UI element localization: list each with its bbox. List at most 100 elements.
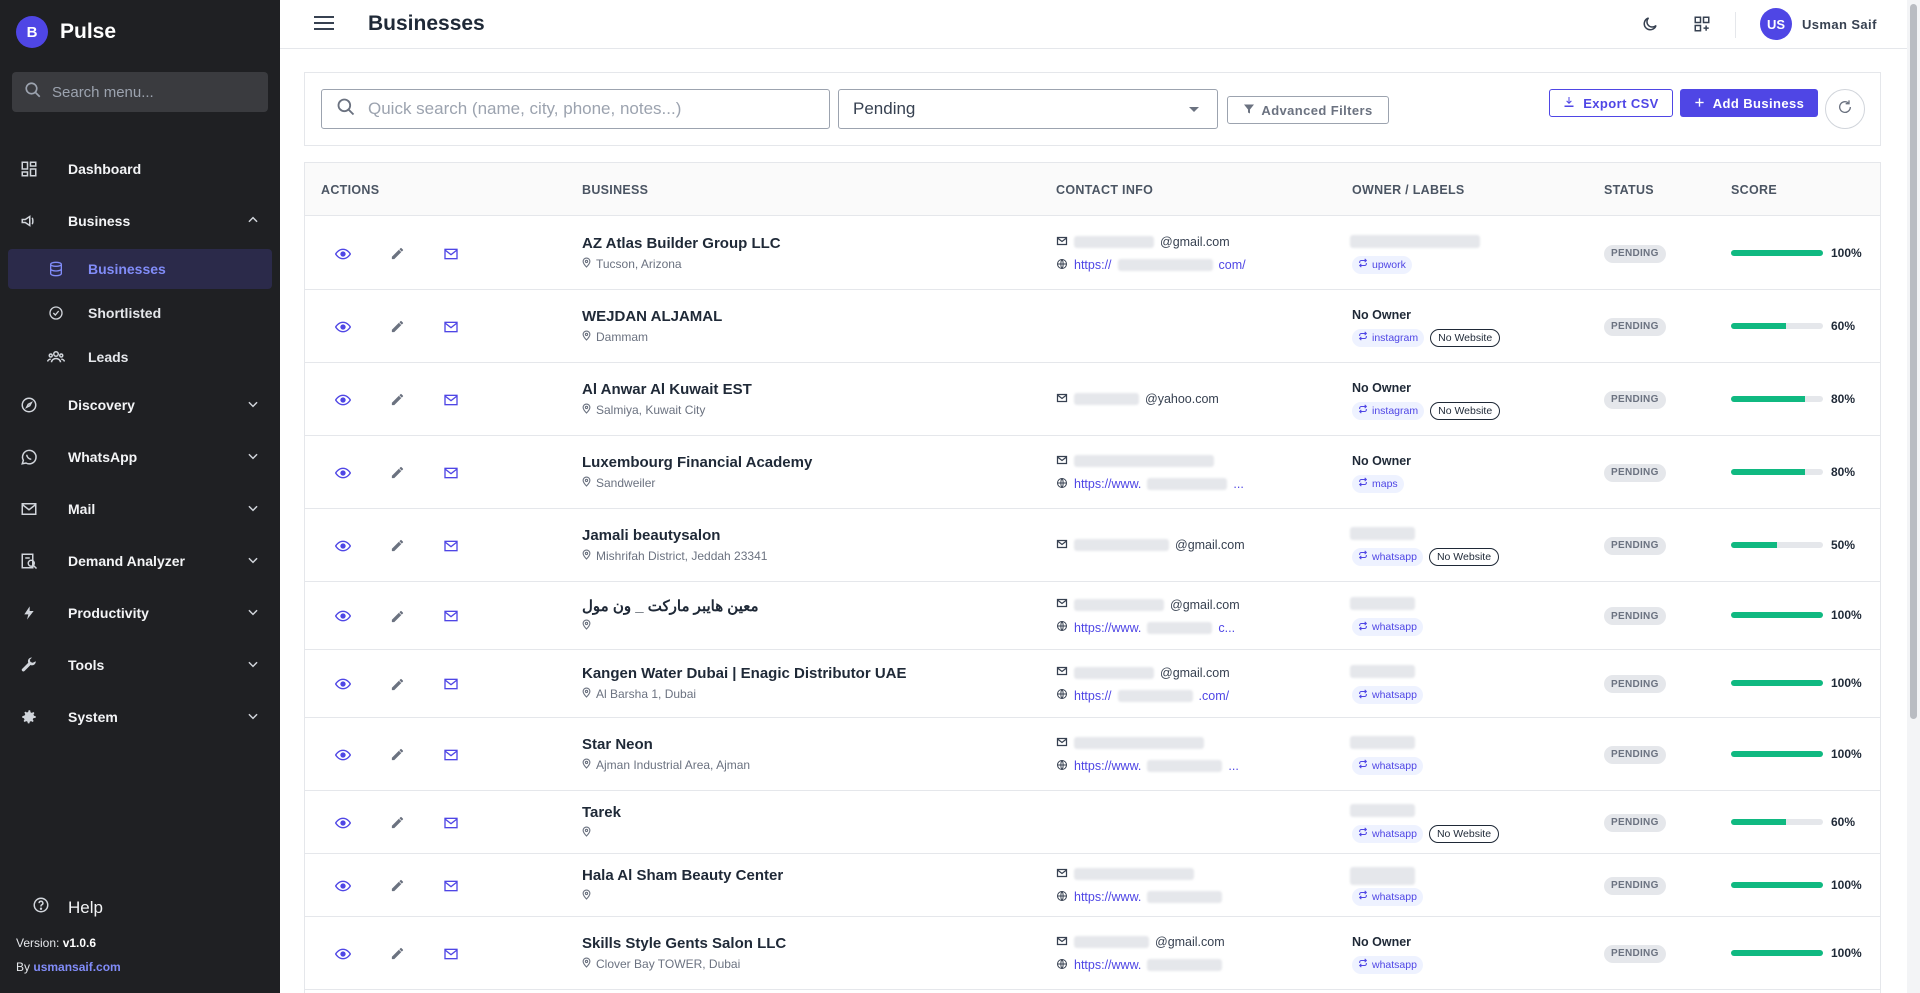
dark-mode-icon[interactable]	[1641, 15, 1659, 38]
edit-icon[interactable]	[387, 244, 407, 264]
edit-icon[interactable]	[387, 813, 407, 833]
source-badge[interactable]: upwork	[1352, 255, 1412, 274]
business-name[interactable]: Jamali beautysalon	[582, 527, 720, 544]
sidebar-item-business[interactable]: Business	[8, 199, 272, 243]
business-name[interactable]: Kangen Water Dubai | Enagic Distributor …	[582, 665, 907, 682]
add-business-button[interactable]: Add Business	[1680, 89, 1818, 117]
source-badge[interactable]: whatsapp	[1352, 618, 1423, 636]
email-action-icon[interactable]	[441, 390, 461, 410]
edit-icon[interactable]	[387, 463, 407, 483]
view-icon[interactable]	[333, 813, 353, 833]
contact-website[interactable]: https:// .com/	[1056, 688, 1229, 703]
email-action-icon[interactable]	[441, 317, 461, 337]
email-action-icon[interactable]	[441, 606, 461, 626]
edit-icon[interactable]	[387, 944, 407, 964]
email-action-icon[interactable]	[441, 536, 461, 556]
sidebar-item-system[interactable]: System	[8, 695, 272, 739]
edit-icon[interactable]	[387, 606, 407, 626]
refresh-button[interactable]	[1825, 89, 1865, 129]
sidebar-item-demand-analyzer[interactable]: Demand Analyzer	[8, 539, 272, 583]
contact-email[interactable]: @gmail.com	[1056, 665, 1230, 680]
brand[interactable]: B Pulse	[16, 16, 116, 48]
export-csv-button[interactable]: Export CSV	[1549, 89, 1673, 117]
sidebar-item-whatsapp[interactable]: WhatsApp	[8, 435, 272, 479]
contact-website[interactable]: https://www.	[1056, 958, 1228, 973]
edit-icon[interactable]	[387, 674, 407, 694]
edit-icon[interactable]	[387, 536, 407, 556]
menu-toggle-icon[interactable]	[314, 14, 334, 37]
header-score[interactable]: SCORE	[1731, 183, 1777, 197]
sidebar-item-dashboard[interactable]: Dashboard	[8, 147, 272, 191]
contact-email[interactable]: @gmail.com	[1056, 538, 1245, 553]
scrollbar-thumb[interactable]	[1910, 4, 1917, 719]
view-icon[interactable]	[333, 944, 353, 964]
help-link[interactable]: Help	[32, 896, 103, 919]
apps-grid-icon[interactable]	[1693, 15, 1711, 38]
advanced-filters-button[interactable]: Advanced Filters	[1227, 96, 1389, 124]
edit-icon[interactable]	[387, 390, 407, 410]
contact-website[interactable]: https://www....	[1056, 759, 1239, 774]
contact-website[interactable]: https://www. c...	[1056, 620, 1235, 635]
view-icon[interactable]	[333, 463, 353, 483]
contact-email[interactable]: @gmail.com	[1056, 597, 1240, 612]
business-name[interactable]: AZ Atlas Builder Group LLC	[582, 235, 781, 252]
email-action-icon[interactable]	[441, 813, 461, 833]
edit-icon[interactable]	[387, 745, 407, 765]
business-name[interactable]: Skills Style Gents Salon LLC	[582, 935, 786, 952]
sidebar-item-productivity[interactable]: Productivity	[8, 591, 272, 635]
edit-icon[interactable]	[387, 317, 407, 337]
sidebar-search-input[interactable]	[52, 83, 252, 101]
sidebar-item-shortlisted[interactable]: Shortlisted	[8, 293, 272, 333]
sidebar-item-discovery[interactable]: Discovery	[8, 383, 272, 427]
email-action-icon[interactable]	[441, 745, 461, 765]
email-action-icon[interactable]	[441, 944, 461, 964]
email-action-icon[interactable]	[441, 463, 461, 483]
email-action-icon[interactable]	[441, 876, 461, 896]
business-name[interactable]: Luxembourg Financial Academy	[582, 454, 812, 471]
contact-email[interactable]	[1056, 454, 1220, 469]
business-name[interactable]: Tarek	[582, 804, 621, 821]
sidebar-item-tools[interactable]: Tools	[8, 643, 272, 687]
email-action-icon[interactable]	[441, 674, 461, 694]
view-icon[interactable]	[333, 745, 353, 765]
contact-website[interactable]: https://www....	[1056, 477, 1244, 492]
source-badge[interactable]: instagram	[1352, 401, 1425, 420]
view-icon[interactable]	[333, 876, 353, 896]
contact-email[interactable]	[1056, 867, 1200, 882]
source-badge[interactable]: instagram	[1352, 328, 1425, 347]
page-scrollbar[interactable]	[1907, 0, 1920, 993]
edit-icon[interactable]	[387, 876, 407, 896]
view-icon[interactable]	[333, 674, 353, 694]
sidebar-item-mail[interactable]: Mail	[8, 487, 272, 531]
business-name[interactable]: Hala Al Sham Beauty Center	[582, 867, 783, 884]
contact-website[interactable]: https:// com/	[1056, 258, 1246, 273]
contact-email[interactable]: @gmail.com	[1056, 935, 1225, 950]
source-badge[interactable]: whatsapp	[1352, 686, 1423, 704]
contact-email[interactable]	[1056, 736, 1210, 751]
business-name[interactable]: Star Neon	[582, 736, 653, 753]
business-name[interactable]: WEJDAN ALJAMAL	[582, 308, 722, 325]
sidebar-item-leads[interactable]: Leads	[8, 337, 272, 377]
user-menu[interactable]: US Usman Saif	[1760, 8, 1877, 40]
source-badge[interactable]: maps	[1352, 474, 1404, 493]
sidebar-item-businesses[interactable]: Businesses	[8, 249, 272, 289]
view-icon[interactable]	[333, 390, 353, 410]
source-badge[interactable]: whatsapp	[1352, 756, 1423, 775]
business-name[interactable]: Al Anwar Al Kuwait EST	[582, 381, 752, 398]
source-badge[interactable]: whatsapp	[1352, 547, 1423, 566]
header-status[interactable]: STATUS	[1604, 183, 1654, 197]
author-link[interactable]: usmansaif.com	[33, 960, 120, 974]
status-select[interactable]: Pending	[838, 89, 1218, 129]
source-badge[interactable]: whatsapp	[1352, 887, 1423, 906]
contact-website[interactable]: https://www.	[1056, 890, 1228, 905]
email-action-icon[interactable]	[441, 244, 461, 264]
contact-email[interactable]: @gmail.com	[1056, 235, 1230, 250]
view-icon[interactable]	[333, 606, 353, 626]
view-icon[interactable]	[333, 317, 353, 337]
view-icon[interactable]	[333, 536, 353, 556]
source-badge[interactable]: whatsapp	[1352, 955, 1423, 974]
quick-search-input[interactable]	[368, 99, 808, 119]
view-icon[interactable]	[333, 244, 353, 264]
source-badge[interactable]: whatsapp	[1352, 824, 1423, 843]
business-name[interactable]: معين هايبر ماركت _ ون مول	[582, 597, 759, 615]
